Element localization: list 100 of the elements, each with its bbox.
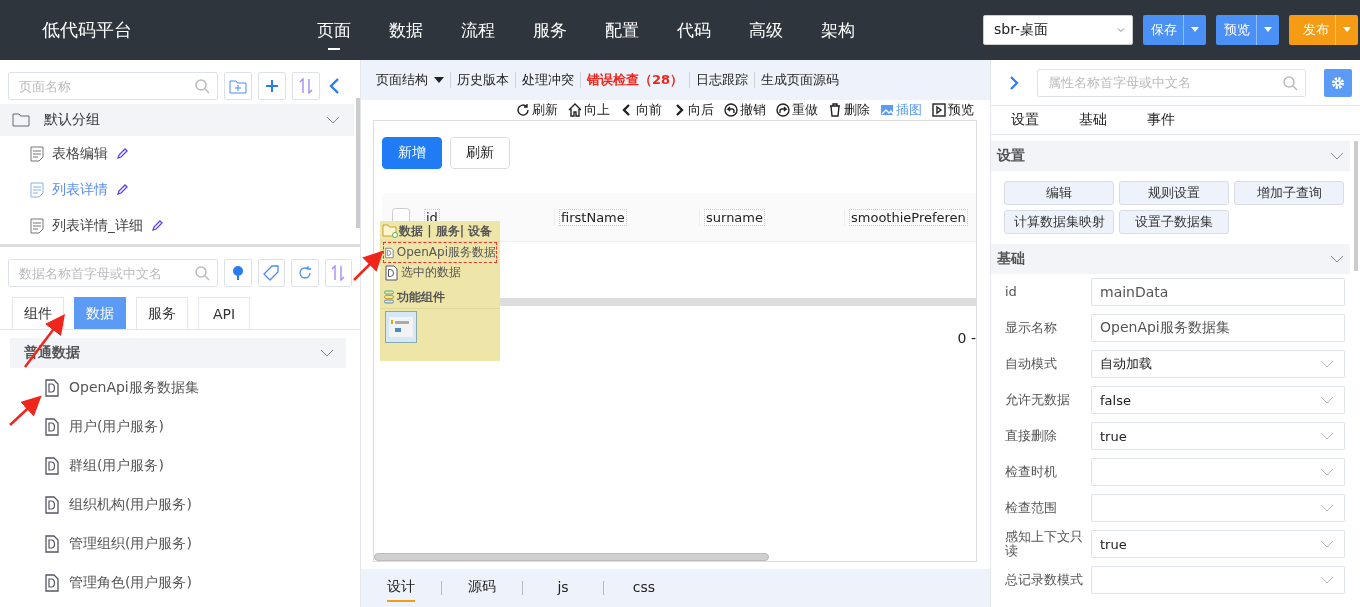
action-button[interactable]: 重做 xyxy=(776,101,818,119)
trash-icon xyxy=(828,103,842,117)
settings-button[interactable]: 规则设置 xyxy=(1119,181,1229,205)
chevron-down-icon xyxy=(1320,396,1334,404)
settings-button[interactable] xyxy=(1324,68,1352,97)
pencil-icon[interactable] xyxy=(116,184,128,196)
action-button[interactable]: 删除 xyxy=(828,101,870,119)
group-header[interactable]: 默认分组 xyxy=(0,104,354,136)
dataset-item[interactable]: 群组(用户服务) xyxy=(69,456,164,475)
inspector-tab[interactable]: 设置 xyxy=(1011,111,1039,129)
toolbar-item[interactable]: 处理冲突 xyxy=(522,71,580,89)
property-label: 允许无数据 xyxy=(1005,392,1071,408)
property-label: 感知上下文只读 xyxy=(1005,529,1084,559)
dataset-icon xyxy=(45,534,59,553)
action-button[interactable]: 向后 xyxy=(672,101,714,119)
search-icon xyxy=(1282,74,1298,91)
panel-tab[interactable]: 服务 xyxy=(136,297,188,329)
select-field[interactable]: 自动加载 xyxy=(1091,350,1345,378)
add-folder-button[interactable] xyxy=(224,72,252,100)
canvas-button[interactable]: 新增 xyxy=(382,137,442,169)
editor-tab[interactable]: css xyxy=(630,575,658,601)
column-header: firstName xyxy=(559,208,627,226)
page-item[interactable]: 表格编辑 xyxy=(52,145,108,163)
scrollbar[interactable] xyxy=(374,553,769,561)
page-item[interactable]: 列表详情_详细 xyxy=(52,217,143,235)
text-field[interactable]: OpenApi服务数据集 xyxy=(1091,314,1345,342)
select-field[interactable] xyxy=(1091,458,1345,486)
column-header: smoothiePreferen xyxy=(849,208,968,226)
refresh-button[interactable] xyxy=(291,259,319,287)
dataset-icon xyxy=(45,417,59,436)
toolbar-item[interactable]: 错误检查（28） xyxy=(587,71,690,89)
dataset-item[interactable]: OpenApi服务数据集 xyxy=(69,378,199,397)
arrow-drawing xyxy=(9,395,42,426)
action-button[interactable]: 向前 xyxy=(620,101,662,119)
page-icon xyxy=(30,146,44,162)
chevron-down-icon xyxy=(1320,468,1334,476)
action-button[interactable]: 撤销 xyxy=(724,101,766,119)
sort-button[interactable] xyxy=(324,259,352,287)
inspector-tab[interactable]: 事件 xyxy=(1147,111,1175,129)
select-field[interactable]: true xyxy=(1091,422,1345,450)
section-header[interactable]: 设置 xyxy=(991,141,1350,171)
search-field[interactable]: 页面名称 xyxy=(8,72,218,100)
tree-button[interactable] xyxy=(224,259,252,287)
play-icon xyxy=(932,103,946,117)
text-field[interactable]: mainData xyxy=(1091,278,1345,306)
popup-item[interactable]: 选中的数据 xyxy=(384,263,496,282)
property-label: 检查时机 xyxy=(1005,464,1058,480)
dataset-item[interactable]: 组织机构(用户服务) xyxy=(69,495,192,514)
dataset-item[interactable]: 用户(用户服务) xyxy=(69,417,164,436)
editor-tab[interactable]: 设计 xyxy=(387,574,415,602)
toolbar-item[interactable]: 日志跟踪 xyxy=(696,71,755,89)
component-thumbnail-icon[interactable] xyxy=(385,311,417,343)
dataset-icon xyxy=(45,495,59,514)
refresh-icon xyxy=(296,265,313,281)
dataset-item[interactable]: 管理角色(用户服务) xyxy=(69,573,192,592)
sort-button[interactable] xyxy=(292,72,320,100)
editor-tab[interactable]: js xyxy=(549,575,577,601)
select-field[interactable] xyxy=(1091,494,1345,522)
select-field[interactable] xyxy=(1091,566,1345,594)
settings-button[interactable]: 编辑 xyxy=(1004,181,1114,205)
page-icon xyxy=(30,182,44,198)
column-header: surname xyxy=(704,208,765,226)
select-field[interactable]: false xyxy=(1091,386,1345,414)
panel-tab[interactable]: API xyxy=(198,297,250,329)
action-button[interactable]: 预览 xyxy=(932,101,974,119)
toolbar-item[interactable]: 生成页面源码 xyxy=(761,71,846,89)
arrow-drawing xyxy=(353,250,384,281)
action-button[interactable]: 向上 xyxy=(568,101,610,119)
folder-icon xyxy=(382,224,398,238)
tag-icon xyxy=(263,265,280,281)
inspector-tab[interactable]: 基础 xyxy=(1079,111,1107,129)
add-button[interactable] xyxy=(258,72,286,100)
pencil-icon[interactable] xyxy=(116,148,128,160)
toolbar-item[interactable]: 页面结构 xyxy=(376,71,450,89)
plus-icon xyxy=(265,79,279,93)
sort-icon xyxy=(299,78,313,94)
popup-item[interactable]: OpenApi服务数据 xyxy=(384,243,496,262)
search-field[interactable]: 属性名称首字母或中文名 xyxy=(1037,68,1306,97)
list-icon xyxy=(384,290,394,304)
canvas-button[interactable]: 刷新 xyxy=(450,137,510,169)
undo-icon xyxy=(724,103,738,117)
toolbar-item[interactable]: 历史版本 xyxy=(457,71,515,89)
tag-button[interactable] xyxy=(257,259,285,287)
collapse-icon[interactable] xyxy=(328,77,340,95)
dataset-item[interactable]: 管理组织(用户服务) xyxy=(69,534,192,553)
search-field[interactable]: 数据名称首字母或中文名 xyxy=(8,259,218,287)
chevron-down-icon xyxy=(1116,25,1126,35)
page-icon xyxy=(30,218,44,234)
action-button[interactable]: 刷新 xyxy=(516,101,558,119)
pencil-icon[interactable] xyxy=(150,220,163,232)
editor-tab[interactable]: 源码 xyxy=(468,574,496,602)
section-header[interactable]: 基础 xyxy=(991,244,1350,274)
panel-tab[interactable]: 组件 xyxy=(12,297,64,329)
dataset-icon xyxy=(45,378,59,397)
expand-icon[interactable] xyxy=(1009,74,1019,91)
workspace-select[interactable]: sbr-桌面 xyxy=(983,15,1133,45)
settings-button[interactable]: 增加子查询 xyxy=(1234,181,1344,205)
settings-button[interactable]: 设置子数据集 xyxy=(1119,210,1229,234)
settings-button[interactable]: 计算数据集映射 xyxy=(1004,210,1114,234)
select-field[interactable]: true xyxy=(1091,530,1345,558)
